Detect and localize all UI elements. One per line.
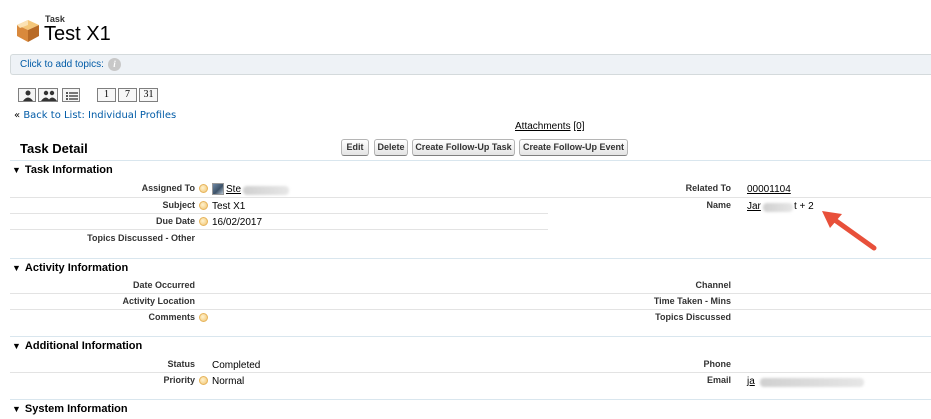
help-bubble-icon[interactable] (199, 217, 208, 226)
time-taken-label: Time Taken - Mins (653, 296, 731, 306)
back-to-list-link[interactable]: « Back to List: Individual Profiles (14, 110, 176, 121)
name-count-value[interactable]: t + 2 (794, 201, 814, 212)
week-view-button[interactable]: 7 (118, 88, 137, 102)
assigned-to-label: Assigned To (141, 183, 195, 193)
row-divider (10, 293, 931, 294)
help-bubble-icon[interactable] (199, 376, 208, 385)
email-label: Email (706, 375, 731, 385)
subject-label: Subject (162, 200, 195, 210)
redacted-text (243, 186, 289, 195)
row-divider (10, 197, 548, 198)
topics-discussed-label: Topics Discussed (655, 312, 731, 322)
row-divider (10, 372, 931, 373)
name-value[interactable]: Jar (747, 201, 761, 212)
collapse-triangle-icon[interactable]: ▼ (12, 263, 21, 273)
single-user-view-icon[interactable] (18, 88, 36, 102)
collapse-triangle-icon[interactable]: ▼ (12, 341, 21, 351)
channel-label: Channel (695, 280, 731, 290)
section-divider (10, 258, 931, 259)
day-view-button[interactable]: 1 (97, 88, 116, 102)
row-divider (10, 213, 548, 214)
task-detail-title: Task Detail (20, 141, 88, 156)
edit-button[interactable]: Edit (341, 139, 369, 156)
help-bubble-icon[interactable] (199, 201, 208, 210)
subject-value: Test X1 (212, 201, 246, 212)
help-bubble-icon[interactable] (199, 184, 208, 193)
section-divider (10, 160, 931, 161)
attachments-count[interactable]: [0] (573, 121, 584, 132)
date-occurred-label: Date Occurred (132, 280, 195, 290)
add-topics-link[interactable]: Click to add topics: (20, 59, 104, 70)
topics-bar: Click to add topics: i (10, 54, 931, 75)
priority-label: Priority (163, 375, 195, 385)
create-follow-up-event-button[interactable]: Create Follow-Up Event (519, 139, 628, 156)
delete-button[interactable]: Delete (374, 139, 408, 156)
status-label: Status (167, 359, 195, 369)
create-follow-up-task-button[interactable]: Create Follow-Up Task (412, 139, 515, 156)
activity-location-label: Activity Location (122, 296, 195, 306)
row-divider (10, 229, 548, 230)
list-view-icon[interactable] (62, 88, 80, 102)
section-additional-information[interactable]: ▼ Additional Information (12, 340, 142, 352)
row-divider (548, 197, 931, 198)
section-divider (10, 399, 931, 400)
comments-label: Comments (148, 312, 195, 322)
multi-user-view-icon[interactable] (38, 88, 58, 102)
due-date-value: 16/02/2017 (212, 217, 263, 228)
collapse-triangle-icon[interactable]: ▼ (12, 404, 21, 414)
row-divider (10, 309, 931, 310)
section-divider (10, 336, 931, 337)
section-activity-information[interactable]: ▼ Activity Information (12, 262, 128, 274)
related-to-label: Related To (685, 183, 731, 193)
related-to-value[interactable]: 00001104 (747, 184, 791, 195)
task-box-icon (17, 20, 39, 42)
back-to-list-label[interactable]: Back to List: Individual Profiles (23, 110, 176, 121)
info-icon[interactable]: i (108, 58, 121, 71)
section-system-information[interactable]: ▼ System Information (12, 403, 128, 415)
redacted-text (760, 378, 864, 387)
topics-discussed-other-label: Topics Discussed - Other (87, 233, 195, 243)
collapse-triangle-icon[interactable]: ▼ (12, 165, 21, 175)
attachments-link[interactable]: Attachments (515, 121, 571, 132)
page-header: Task Test X1 (12, 12, 312, 46)
page-title: Test X1 (44, 23, 111, 45)
email-value[interactable]: ja (747, 376, 755, 387)
attachments-related-link[interactable]: Attachments [0] (515, 121, 585, 132)
back-chevron: « (14, 110, 21, 121)
status-value: Completed (212, 360, 261, 371)
assigned-to-value[interactable]: Ste (226, 184, 241, 195)
section-task-information[interactable]: ▼ Task Information (12, 164, 113, 176)
due-date-label: Due Date (155, 216, 195, 226)
name-label: Name (706, 200, 731, 210)
phone-label: Phone (703, 359, 731, 369)
redacted-text (763, 203, 793, 212)
month-view-button[interactable]: 31 (139, 88, 158, 102)
priority-value: Normal (212, 376, 245, 387)
help-bubble-icon[interactable] (199, 313, 208, 322)
annotation-arrow-icon (822, 211, 877, 251)
user-avatar (212, 183, 224, 195)
